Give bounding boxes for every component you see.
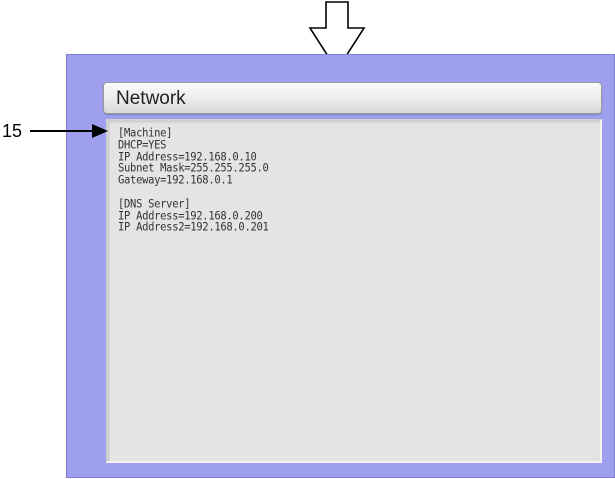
- network-settings-list: [Machine] DHCP=YES IP Address=192.168.0.10…: [118, 127, 269, 235]
- network-title-bar: Network: [103, 82, 602, 114]
- callout-arrow-icon: [92, 124, 108, 138]
- panel-title: Network: [116, 88, 186, 109]
- network-info-panel: [Machine] DHCP=YES IP Address=192.168.0.10…: [106, 119, 602, 463]
- callout-leader-line: [30, 130, 94, 132]
- settings-line: IP Address2=192.168.0.201: [118, 221, 269, 235]
- callout-number: 15: [2, 121, 23, 141]
